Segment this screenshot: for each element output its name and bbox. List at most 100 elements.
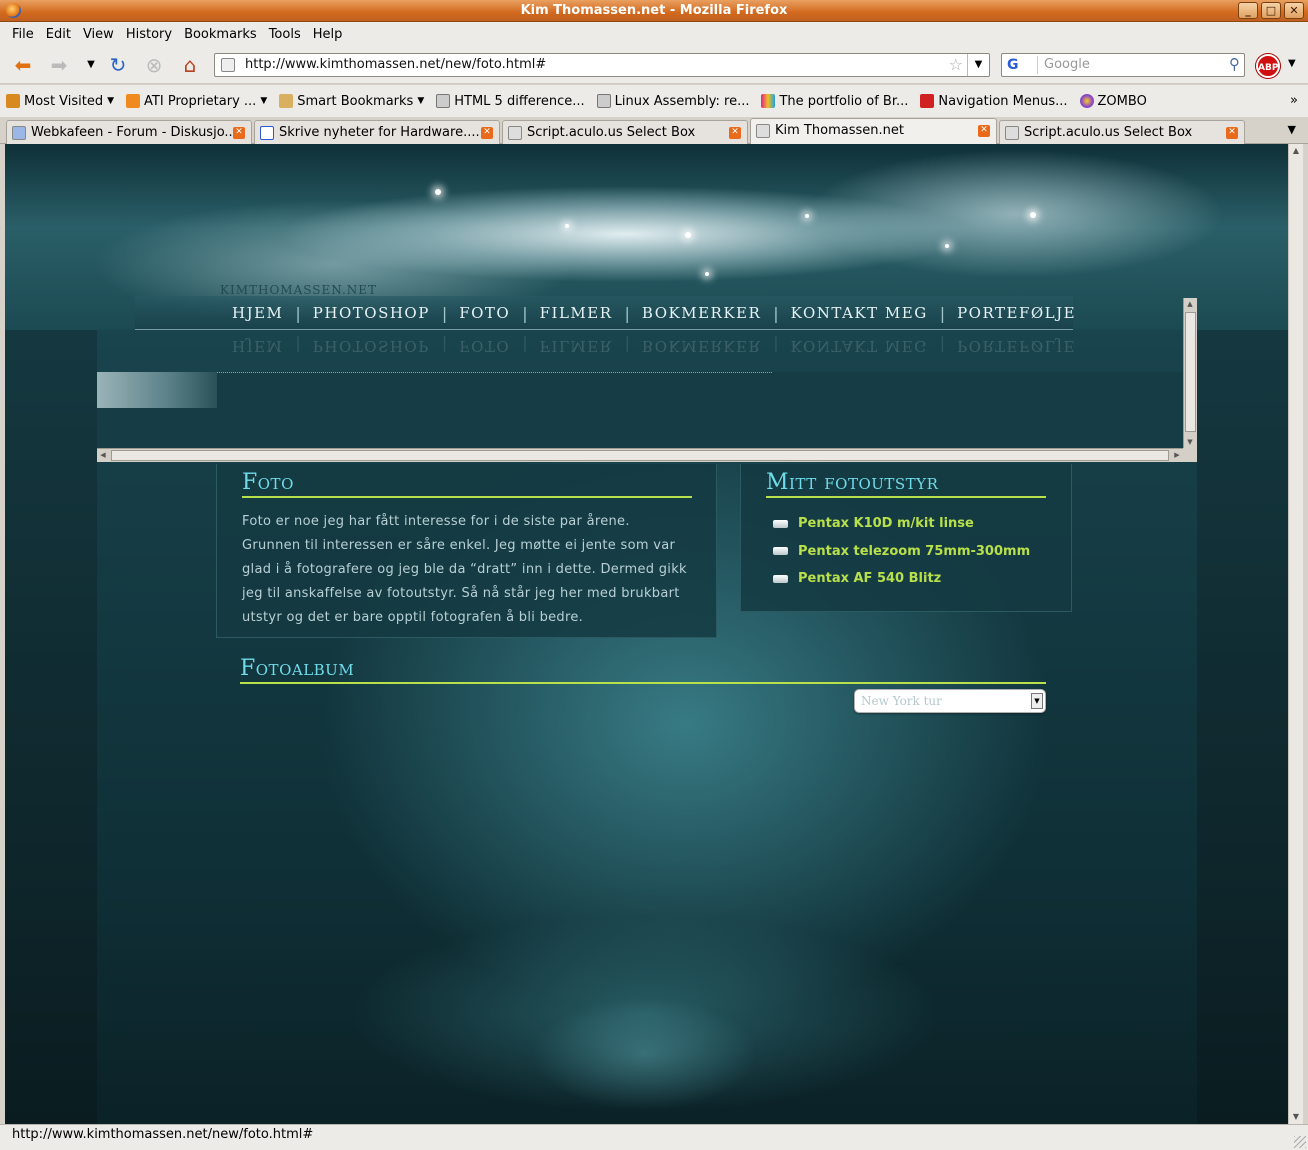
equipment-heading-rule [766, 496, 1046, 498]
menu-view[interactable]: View [77, 27, 120, 42]
embedded-frame[interactable]: ▲ ▼ ◀ ▶ [97, 298, 1197, 462]
back-arrow-icon[interactable]: ⬅ [10, 53, 36, 77]
reload-icon[interactable]: ↻ [105, 53, 131, 77]
page-icon [596, 94, 611, 108]
menu-tools[interactable]: Tools [263, 27, 307, 42]
frame-horizontal-scroll-thumb[interactable] [111, 450, 1169, 461]
scroll-up-icon[interactable]: ▲ [1289, 144, 1303, 158]
album-heading: Fotoalbum [240, 656, 355, 681]
site-favicon-icon [221, 58, 235, 72]
tab-favicon-icon [1005, 126, 1019, 140]
adblock-dropdown-icon[interactable]: ▼ [1288, 58, 1296, 69]
menu-history[interactable]: History [120, 27, 178, 42]
tab-webkafeen[interactable]: Webkafeen - Forum - Diskusjo... ✕ [6, 120, 252, 145]
sparkle [435, 189, 441, 195]
frame-vertical-scrollbar[interactable]: ▲ ▼ [1183, 298, 1197, 448]
menu-edit[interactable]: Edit [40, 27, 77, 42]
bookmark-portfolio[interactable]: The portfolio of Br... [761, 94, 908, 109]
tab-favicon-icon [508, 126, 522, 140]
frame-vertical-scroll-thumb[interactable] [1185, 312, 1196, 432]
foto-heading: Foto [242, 470, 294, 495]
page-side-shadow-left [5, 329, 97, 1124]
bookmark-html5-differences[interactable]: HTML 5 difference... [436, 94, 585, 109]
scroll-right-icon[interactable]: ▶ [1171, 449, 1183, 461]
home-icon[interactable]: ⌂ [177, 53, 203, 77]
bookmark-ati-proprietary[interactable]: ATI Proprietary ... ▼ [126, 94, 267, 109]
minimize-button[interactable]: _ [1238, 2, 1258, 19]
tab-close-icon[interactable]: ✕ [233, 127, 245, 139]
sparkle [945, 244, 949, 248]
bookmarks-overflow-icon[interactable]: » [1290, 93, 1298, 108]
list-item: Pentax AF 540 Blitz [771, 565, 1030, 593]
menu-bar: File Edit View History Bookmarks Tools H… [0, 22, 1308, 46]
tab-kim-thomassen[interactable]: Kim Thomassen.net ✕ [750, 118, 997, 145]
bullet-icon [773, 574, 788, 583]
bookmark-navigation-menus[interactable]: Navigation Menus... [920, 94, 1068, 109]
search-bar[interactable]: G Google ⚲ [1001, 53, 1245, 77]
scroll-down-icon[interactable]: ▼ [1184, 436, 1196, 448]
decorative-particles [475, 944, 805, 1124]
site-logo[interactable]: KIMTHOMASSEN.NET [220, 283, 377, 297]
firefox-icon [6, 3, 21, 18]
chevron-down-icon[interactable]: ▼ [1031, 693, 1043, 709]
chevron-down-icon: ▼ [417, 96, 425, 106]
forward-arrow-icon[interactable]: ➡ [46, 53, 72, 77]
menu-file[interactable]: File [6, 27, 40, 42]
scroll-up-icon[interactable]: ▲ [1184, 298, 1196, 310]
sparkle [685, 232, 691, 238]
scroll-down-icon[interactable]: ▼ [1289, 1110, 1303, 1124]
window-titlebar: Kim Thomassen.net - Mozilla Firefox _ □ … [0, 0, 1308, 22]
tab-close-icon[interactable]: ✕ [729, 127, 741, 139]
tab-close-icon[interactable]: ✕ [481, 127, 493, 139]
page-side-shadow-right [1197, 329, 1288, 1124]
bookmark-linux-assembly[interactable]: Linux Assembly: re... [596, 94, 749, 109]
tab-skrive-nyheter[interactable]: Skrive nyheter for Hardware.... ✕ [254, 120, 500, 145]
history-dropdown-icon[interactable]: ▼ [78, 53, 104, 77]
menu-bookmarks[interactable]: Bookmarks [178, 27, 263, 42]
album-select[interactable]: New York tur ▼ [854, 689, 1046, 713]
bookmark-smart-bookmarks[interactable]: Smart Bookmarks ▼ [279, 94, 424, 109]
search-icon[interactable]: ⚲ [1229, 55, 1240, 73]
bookmark-star-icon[interactable]: ☆ [949, 54, 963, 76]
maximize-button[interactable]: □ [1261, 2, 1281, 19]
window-controls: _ □ ✕ [1238, 2, 1304, 19]
portfolio-icon [761, 94, 776, 108]
frame-divider [217, 372, 772, 373]
close-button[interactable]: ✕ [1284, 2, 1304, 19]
equipment-list: Pentax K10D m/kit linse Pentax telezoom … [771, 510, 1030, 593]
sparkle [705, 272, 709, 276]
chevron-down-icon: ▼ [107, 96, 115, 106]
url-dropdown-icon[interactable]: ▼ [967, 54, 989, 76]
list-all-tabs-icon[interactable]: ▼ [1288, 123, 1296, 136]
scroll-left-icon[interactable]: ◀ [97, 449, 109, 461]
bookmark-zombo[interactable]: ZOMBO [1079, 94, 1147, 109]
bookmark-most-visited[interactable]: Most Visited ▼ [6, 94, 114, 109]
page-icon [436, 94, 451, 108]
adblock-plus-icon[interactable]: ABP [1256, 54, 1280, 78]
status-bar: http://www.kimthomassen.net/new/foto.htm… [0, 1124, 1308, 1150]
menu-help[interactable]: Help [307, 27, 349, 42]
tab-scriptaculous-1[interactable]: Script.aculo.us Select Box ✕ [502, 120, 748, 145]
bookmarks-toolbar: Most Visited ▼ ATI Proprietary ... ▼ Smart… [0, 85, 1308, 117]
window-title: Kim Thomassen.net - Mozilla Firefox [520, 3, 788, 18]
rss-icon [126, 94, 141, 108]
tab-scriptaculous-2[interactable]: Script.aculo.us Select Box ✕ [999, 120, 1245, 145]
stop-icon[interactable]: ⊗ [141, 53, 167, 77]
folder-icon [279, 94, 294, 108]
page-vertical-scrollbar[interactable]: ▲ ▼ [1288, 144, 1303, 1124]
url-bar[interactable]: http://www.kimthomassen.net/new/foto.htm… [214, 53, 990, 77]
album-select-value[interactable]: New York tur [861, 690, 942, 712]
url-text[interactable]: http://www.kimthomassen.net/new/foto.htm… [245, 54, 546, 76]
frame-horizontal-scrollbar[interactable]: ◀ ▶ [97, 448, 1183, 462]
foto-description: Foto er noe jeg har fått interesse for i… [242, 514, 687, 625]
list-item: Pentax K10D m/kit linse [771, 510, 1030, 538]
bullet-icon [773, 519, 788, 528]
resize-grip[interactable] [1294, 1136, 1306, 1148]
tab-close-icon[interactable]: ✕ [1226, 127, 1238, 139]
tab-close-icon[interactable]: ✕ [978, 125, 990, 137]
chevron-down-icon: ▼ [260, 96, 268, 106]
tab-favicon-icon [756, 124, 770, 138]
google-engine-icon[interactable]: G [1004, 56, 1038, 74]
search-placeholder[interactable]: Google [1044, 54, 1090, 76]
most-visited-icon [6, 94, 20, 108]
